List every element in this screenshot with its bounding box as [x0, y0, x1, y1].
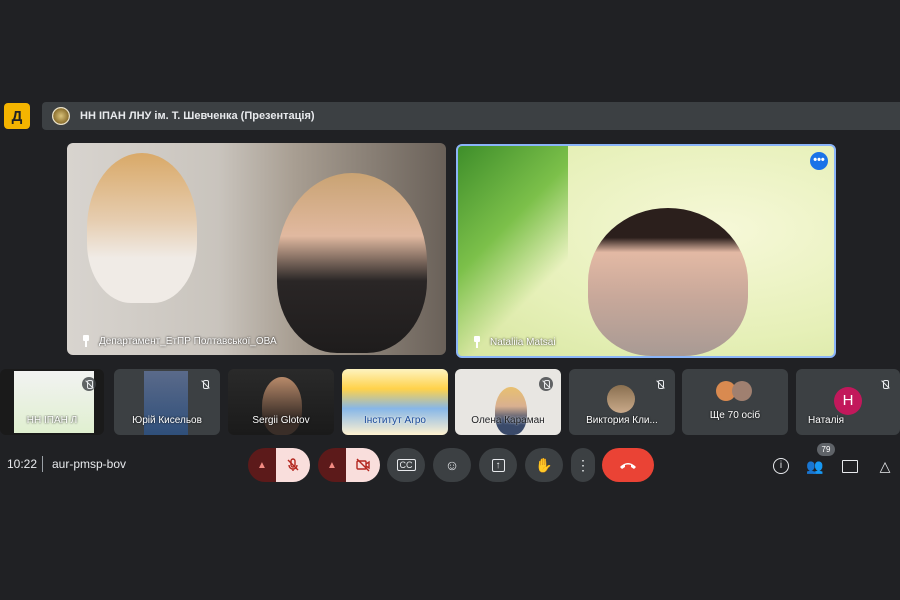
participant-name: Олена Караман: [471, 415, 545, 426]
participant-video-figure: [588, 208, 748, 356]
video-options-button[interactable]: ▲: [318, 448, 346, 482]
emoji-icon: ☺: [444, 457, 460, 473]
participant-tile[interactable]: НН ІПАН Л: [0, 369, 104, 435]
mic-off-icon: [653, 377, 667, 391]
people-button[interactable]: 👥: [806, 457, 824, 475]
participant-tile[interactable]: Sergii Glotov: [228, 369, 334, 435]
participant-count-badge: 79: [817, 443, 835, 456]
camera-toggle-button[interactable]: [346, 448, 380, 482]
mic-off-icon: [878, 377, 892, 391]
more-options-button[interactable]: ⋮: [571, 448, 595, 482]
participant-tile[interactable]: H Наталія: [796, 369, 900, 435]
chat-icon: [842, 459, 858, 473]
activities-icon: △: [879, 457, 891, 474]
participant-name: НН ІПАН Л: [26, 415, 78, 426]
avatar: [732, 381, 752, 401]
participant-video-figure: [277, 173, 427, 353]
participant-name: Sergii Glotov: [252, 415, 310, 426]
raise-hand-icon: ✋: [535, 456, 553, 473]
participant-video-figure: [87, 153, 197, 303]
raise-hand-button[interactable]: ✋: [525, 448, 563, 482]
presentation-banner: НН ІПАН ЛНУ ім. Т. Шевченка (Презентація…: [42, 102, 900, 130]
mic-off-icon: [82, 377, 96, 391]
chat-button[interactable]: [841, 457, 859, 475]
reactions-button[interactable]: ☺: [433, 448, 471, 482]
participant-tile[interactable]: Олена Караман: [455, 369, 561, 435]
avatar: H: [834, 387, 862, 415]
hangup-icon: [620, 463, 636, 469]
divider: [42, 456, 43, 472]
participant-name: Наталія: [808, 415, 845, 426]
mic-off-icon: [287, 458, 299, 471]
participant-tile-overflow[interactable]: Ще 70 осіб: [682, 369, 788, 435]
participant-name: Інститут Агро: [364, 415, 426, 426]
mic-off-icon: [539, 377, 553, 391]
background-foliage: [458, 146, 568, 356]
participant-name: Nataliia Matsai: [490, 336, 556, 348]
participant-name: Ще 70 осіб: [709, 410, 761, 421]
pin-icon[interactable]: [472, 336, 482, 348]
video-tile-main-1[interactable]: Департамент_ЕтПР Полтавської_ОВА: [67, 143, 446, 355]
participant-tile[interactable]: Інститут Агро: [342, 369, 448, 435]
pin-icon[interactable]: [81, 335, 91, 347]
more-options-icon: ⋮: [576, 456, 590, 473]
tile-name-label: Департамент_ЕтПР Полтавської_ОВА: [81, 335, 277, 347]
leave-call-button[interactable]: [602, 448, 654, 482]
mic-off-icon: [198, 377, 212, 391]
chevron-up-icon: ▲: [257, 459, 267, 471]
presenter-avatar: [52, 107, 70, 125]
participant-name: Виктория Кли...: [586, 415, 658, 426]
app-logo[interactable]: Д: [4, 103, 30, 129]
audio-options-button[interactable]: ▲: [248, 448, 276, 482]
participant-name: Департамент_ЕтПР Полтавської_ОВА: [99, 335, 277, 347]
camera-off-icon: [356, 458, 370, 472]
present-icon: ↑: [491, 458, 505, 472]
present-button[interactable]: ↑: [479, 448, 517, 482]
meeting-time: 10:22: [7, 457, 38, 471]
participant-name: Юрій Кисельов: [132, 415, 202, 426]
video-tile-main-2[interactable]: ••• Nataliia Matsai: [456, 144, 836, 358]
captions-button[interactable]: CC: [387, 448, 425, 482]
captions-icon: CC: [396, 459, 416, 471]
presentation-title: НН ІПАН ЛНУ ім. Т. Шевченка (Презентація…: [80, 110, 315, 122]
tile-name-label: Nataliia Matsai: [472, 336, 556, 348]
mic-toggle-button[interactable]: [276, 448, 310, 482]
avatar: [607, 385, 635, 413]
more-options-icon[interactable]: •••: [810, 152, 828, 170]
chevron-up-icon: ▲: [327, 459, 337, 471]
participant-tile[interactable]: Юрій Кисельов: [114, 369, 220, 435]
people-icon: 👥: [806, 457, 824, 474]
participant-video-figure: [495, 387, 527, 435]
meeting-details-button[interactable]: i: [772, 457, 790, 475]
info-icon: i: [773, 458, 789, 474]
activities-button[interactable]: △: [876, 457, 894, 475]
participant-video-figure: [262, 377, 302, 435]
meeting-code: aur-pmsp-bov: [52, 457, 127, 471]
participant-tile[interactable]: Виктория Кли...: [569, 369, 675, 435]
